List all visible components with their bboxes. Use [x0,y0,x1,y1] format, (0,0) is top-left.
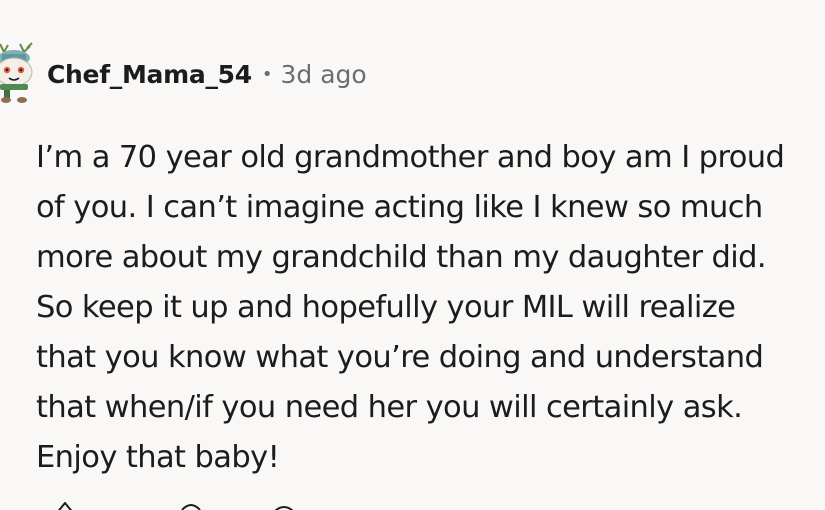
author-username[interactable]: Chef_Mama_54 [47,60,252,89]
comment: Chef_Mama_54 • 3d ago I’m a 70 year old … [0,0,825,510]
comment-timestamp[interactable]: 3d ago [280,60,366,89]
comment-action-bar [40,495,340,510]
reply-icon[interactable] [270,501,298,510]
comment-body-line: that you know what you’re doing and unde… [36,340,764,375]
comment-body-line: I’m a 70 year old grandmother and boy am… [36,140,785,175]
meta-separator: • [261,63,273,85]
upvote-icon[interactable] [54,501,76,510]
downvote-icon[interactable] [180,501,202,510]
chef-snoo-avatar-icon[interactable] [0,40,38,106]
comment-body: I’m a 70 year old grandmother and boy am… [36,133,825,483]
comment-meta: Chef_Mama_54 • 3d ago [47,56,367,92]
comment-body-line: that when/if you need her you will certa… [36,390,743,425]
comment-body-line: more about my grandchild than my daughte… [36,240,767,275]
comment-body-line: So keep it up and hopefully your MIL wil… [36,290,736,325]
comment-body-line: Enjoy that baby! [36,440,280,475]
comment-body-line: of you. I can’t imagine acting like I kn… [36,190,763,225]
